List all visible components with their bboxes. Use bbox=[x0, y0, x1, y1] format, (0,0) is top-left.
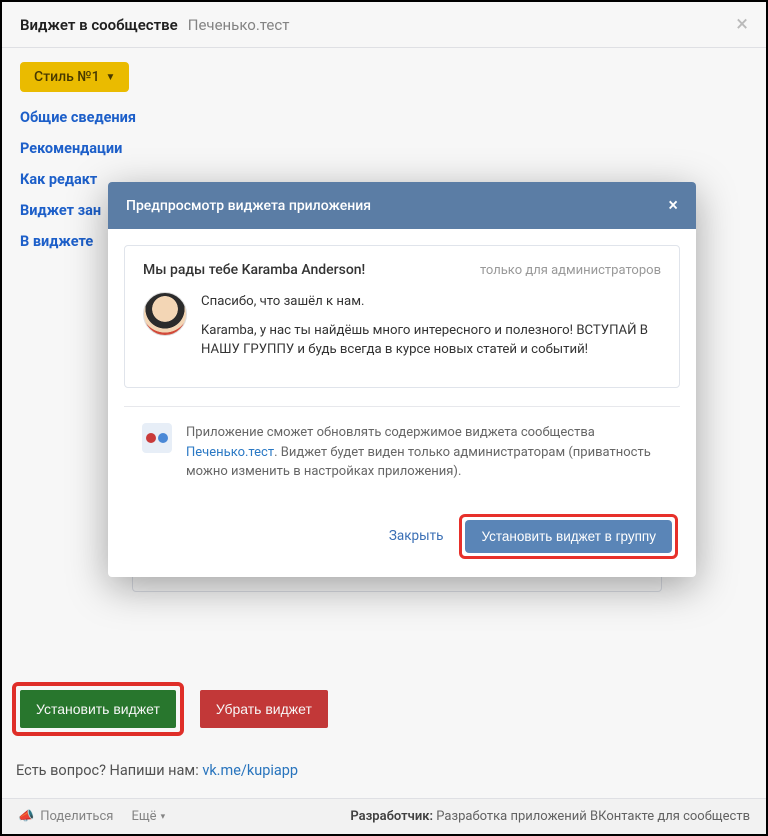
share-button[interactable]: 📣 Поделиться bbox=[18, 809, 113, 824]
permission-text: Приложение сможет обновлять содержимое в… bbox=[186, 423, 662, 482]
window-header: Виджет в сообществе Печенько.тест × bbox=[2, 2, 766, 48]
modal-body: Мы рады тебе Karamba Anderson! только дл… bbox=[108, 229, 696, 498]
highlight-install: Установить виджет bbox=[12, 682, 184, 736]
chevron-down-icon: ▼ bbox=[106, 72, 116, 83]
install-widget-group-button[interactable]: Установить виджет в группу bbox=[465, 520, 672, 553]
permission-row: Приложение сможет обновлять содержимое в… bbox=[124, 406, 680, 482]
style-dropdown[interactable]: Стиль №1 ▼ bbox=[20, 62, 129, 92]
contact-link[interactable]: vk.me/kupiapp bbox=[202, 762, 298, 779]
close-icon[interactable]: × bbox=[736, 12, 748, 37]
close-button[interactable]: Закрыть bbox=[389, 528, 444, 544]
avatar bbox=[143, 292, 187, 336]
window-title: Виджет в сообществе bbox=[20, 16, 178, 34]
question-line: Есть вопрос? Напиши нам: vk.me/kupiapp bbox=[16, 762, 298, 779]
close-icon[interactable]: × bbox=[668, 195, 678, 216]
install-widget-button[interactable]: Установить виджет bbox=[20, 690, 176, 728]
more-label: Ещё bbox=[131, 809, 156, 824]
question-prefix: Есть вопрос? Напиши нам: bbox=[16, 762, 202, 779]
megaphone-icon: 📣 bbox=[18, 809, 34, 824]
info-prefix: Приложение сможет обновлять содержимое в… bbox=[186, 425, 595, 440]
share-label: Поделиться bbox=[40, 809, 113, 824]
nav-item-general[interactable]: Общие сведения bbox=[20, 102, 748, 133]
widget-card: Мы рады тебе Karamba Anderson! только дл… bbox=[124, 245, 680, 388]
action-row: Установить виджет Убрать виджет bbox=[12, 682, 328, 736]
developer-value: Разработка приложений ВКонтакте для сооб… bbox=[436, 809, 750, 824]
body-line: Karamba, у нас ты найдёшь много интересн… bbox=[201, 321, 661, 359]
widget-preview-modal: Предпросмотр виджета приложения × Мы рад… bbox=[108, 182, 696, 577]
more-button[interactable]: Ещё ▾ bbox=[131, 809, 165, 824]
style-label: Стиль №1 bbox=[34, 69, 100, 85]
modal-footer: Закрыть Установить виджет в группу bbox=[108, 498, 696, 577]
admins-only-label: только для администраторов bbox=[480, 263, 661, 278]
page-footer: 📣 Поделиться Ещё ▾ Разработчик: Разработ… bbox=[2, 798, 766, 834]
widget-text: Спасибо, что зашёл к нам. Karamba, у нас… bbox=[201, 292, 661, 369]
remove-widget-button[interactable]: Убрать виджет bbox=[200, 690, 328, 728]
greeting-line: Спасибо, что зашёл к нам. bbox=[201, 292, 661, 311]
developer-label: Разработчик: bbox=[350, 809, 433, 824]
nav-item-recommendations[interactable]: Рекомендации bbox=[20, 133, 748, 164]
highlight-install-group: Установить виджет в группу bbox=[459, 514, 678, 559]
community-name: Печенько.тест bbox=[188, 16, 290, 34]
community-link[interactable]: Печенько.тест bbox=[186, 445, 274, 460]
chevron-down-icon: ▾ bbox=[161, 812, 166, 822]
developer-info: Разработчик: Разработка приложений ВКонт… bbox=[350, 809, 750, 824]
modal-title: Предпросмотр виджета приложения bbox=[126, 198, 371, 214]
app-icon bbox=[142, 423, 172, 453]
modal-header: Предпросмотр виджета приложения × bbox=[108, 182, 696, 229]
widget-welcome-title: Мы рады тебе Karamba Anderson! bbox=[143, 262, 480, 278]
